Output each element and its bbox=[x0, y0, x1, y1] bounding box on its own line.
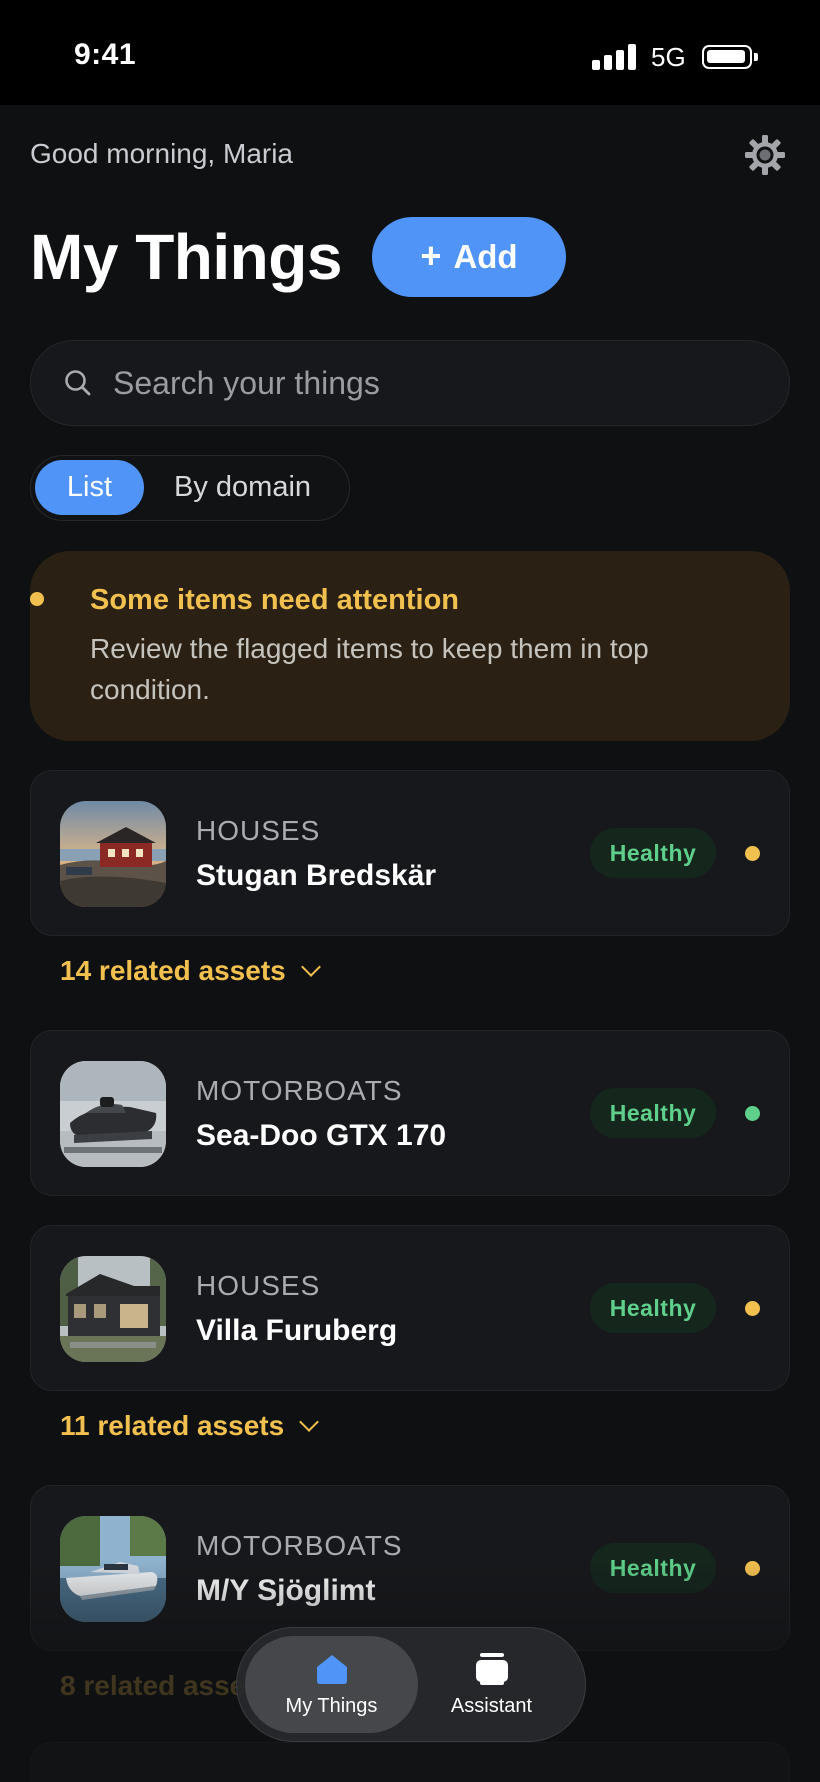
tab-my-things[interactable]: My Things bbox=[245, 1636, 418, 1733]
item-thumbnail bbox=[60, 1061, 166, 1167]
related-assets-label: 11 related assets bbox=[60, 1410, 285, 1441]
item-domain: MOTORBOATS bbox=[196, 1075, 403, 1106]
related-assets-toggle[interactable]: 11 related assets bbox=[60, 1410, 320, 1442]
network-label: 5G bbox=[651, 42, 686, 72]
item-card[interactable] bbox=[30, 1742, 790, 1782]
battery-icon bbox=[702, 45, 758, 69]
item-thumbnail bbox=[60, 801, 166, 907]
item-thumbnail bbox=[60, 1516, 166, 1622]
related-assets-toggle[interactable]: 14 related assets bbox=[60, 955, 321, 987]
related-assets-label: 14 related assets bbox=[60, 955, 286, 986]
add-button-label: Add bbox=[453, 238, 518, 275]
search-placeholder: Search your things bbox=[113, 364, 380, 401]
add-button[interactable]: + Add bbox=[372, 217, 566, 297]
item-card[interactable]: HOUSES Stugan Bredskär Healthy bbox=[30, 770, 790, 936]
item-name: Sea-Doo GTX 170 bbox=[196, 1119, 447, 1152]
status-dot bbox=[745, 1301, 760, 1316]
search-input[interactable]: Search your things bbox=[30, 340, 790, 426]
gear-icon[interactable] bbox=[744, 134, 786, 176]
status-badge: Healthy bbox=[590, 1283, 716, 1333]
search-icon bbox=[65, 370, 91, 396]
item-name: Villa Furuberg bbox=[196, 1314, 398, 1347]
house-icon bbox=[316, 1655, 347, 1684]
status-badge: Healthy bbox=[590, 1543, 716, 1593]
item-domain: HOUSES bbox=[196, 1270, 321, 1301]
tab-label: Assistant bbox=[450, 1695, 533, 1717]
signal-icon bbox=[592, 44, 638, 70]
chevron-down-icon bbox=[299, 1412, 320, 1432]
item-name: Stugan Bredskär bbox=[196, 859, 437, 892]
status-dot bbox=[745, 1106, 760, 1121]
item-domain: HOUSES bbox=[196, 815, 321, 846]
alert-title: Some items need attention bbox=[90, 584, 460, 616]
status-time: 9:41 bbox=[74, 38, 137, 71]
item-domain: MOTORBOATS bbox=[196, 1530, 403, 1561]
page-title: My Things bbox=[30, 221, 342, 293]
view-toggle: List By domain bbox=[30, 455, 350, 521]
toggle-by-domain[interactable]: By domain bbox=[174, 460, 311, 515]
item-card[interactable]: MOTORBOATS Sea-Doo GTX 170 Healthy bbox=[30, 1030, 790, 1196]
item-name: M/Y Sjöglimt bbox=[196, 1574, 376, 1607]
status-dot bbox=[745, 846, 760, 861]
status-badge: Healthy bbox=[590, 1088, 716, 1138]
tab-assistant[interactable]: Assistant bbox=[405, 1636, 578, 1733]
assistant-icon bbox=[475, 1653, 508, 1685]
tab-label: My Things bbox=[285, 1695, 378, 1717]
alert-dot-icon bbox=[30, 592, 44, 606]
item-card[interactable]: HOUSES Villa Furuberg Healthy bbox=[30, 1225, 790, 1391]
status-badge: Healthy bbox=[590, 828, 716, 878]
plus-icon: + bbox=[420, 234, 442, 276]
alert-body: Review the flagged items to keep them in… bbox=[90, 633, 649, 705]
item-thumbnail bbox=[60, 1256, 166, 1362]
toggle-list[interactable]: List bbox=[35, 460, 144, 515]
greeting: Good morning, Maria bbox=[30, 138, 294, 169]
status-dot bbox=[745, 1561, 760, 1576]
chevron-down-icon bbox=[300, 957, 321, 977]
status-bar: 9:41 5G bbox=[0, 0, 820, 105]
tab-bar: My Things Assistant bbox=[236, 1627, 586, 1742]
